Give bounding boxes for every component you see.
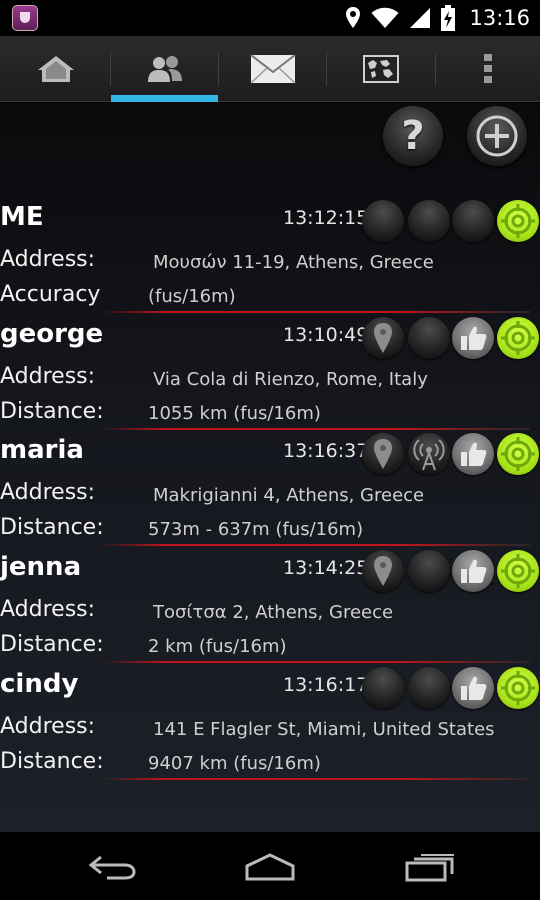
target-icon[interactable] <box>497 317 539 359</box>
shield-app-icon <box>12 5 38 31</box>
overflow-menu-icon <box>484 54 492 83</box>
last-update-time: 13:16:37 <box>283 440 369 462</box>
target-icon[interactable] <box>497 550 539 592</box>
thumbs-up-icon[interactable] <box>452 433 494 475</box>
row-divider <box>100 661 530 663</box>
tab-map[interactable] <box>327 36 435 102</box>
target-icon[interactable] <box>497 200 539 242</box>
address-value: Makrigianni 4, Athens, Greece <box>153 485 425 506</box>
tab-home[interactable] <box>0 36 111 102</box>
home-icon <box>37 56 74 82</box>
people-icon <box>147 56 182 82</box>
target-icon[interactable] <box>497 433 539 475</box>
address-value: 141 E Flagler St, Miami, United States <box>153 719 495 740</box>
last-update-time: 13:14:25 <box>283 557 369 579</box>
friend-name: ME <box>0 202 44 232</box>
detail-label: Distance: <box>0 399 104 424</box>
antenna-icon[interactable] <box>408 433 450 475</box>
location-icon <box>346 7 361 28</box>
thumbs-up-icon[interactable] <box>452 550 494 592</box>
friends-list-screen: ? ME 13:12:15 Address: Μουσών 11-19, Athens… <box>0 103 540 832</box>
status-dot-icon[interactable] <box>452 200 494 242</box>
signal-icon <box>410 8 431 28</box>
target-icon[interactable] <box>497 667 539 709</box>
add-button[interactable] <box>467 106 527 166</box>
help-icon: ? <box>401 113 425 159</box>
navigation-bar <box>0 832 540 900</box>
detail-label: Distance: <box>0 515 104 540</box>
detail-label: Accuracy <box>0 282 101 307</box>
status-time: 13:16 <box>469 6 530 30</box>
address-value: Μουσών 11-19, Athens, Greece <box>153 252 434 273</box>
home-nav-button[interactable] <box>240 850 300 884</box>
recent-apps-icon <box>405 854 454 882</box>
detail-label: Distance: <box>0 749 104 774</box>
status-dot-icon[interactable] <box>408 667 450 709</box>
detail-value: 573m - 637m (fus/16m) <box>148 519 364 540</box>
address-label: Address: <box>0 597 96 622</box>
last-update-time: 13:12:15 <box>283 207 369 229</box>
last-update-time: 13:10:49 <box>283 324 369 346</box>
map-icon <box>363 55 399 83</box>
map-pin-icon[interactable] <box>362 433 404 475</box>
status-dot-icon[interactable] <box>408 200 450 242</box>
friend-name: maria <box>0 435 84 465</box>
friend-entry[interactable]: ME 13:12:15 Address: Μουσών 11-19, Athens, … <box>0 200 540 317</box>
detail-value: 2 km (fus/16m) <box>148 636 287 657</box>
thumbs-up-icon[interactable] <box>452 667 494 709</box>
add-icon <box>476 115 518 157</box>
row-divider <box>100 428 530 430</box>
address-value: Via Cola di Rienzo, Rome, Italy <box>153 369 428 390</box>
address-label: Address: <box>0 480 96 505</box>
back-button[interactable] <box>82 850 142 884</box>
detail-value: 9407 km (fus/16m) <box>148 753 321 774</box>
row-divider <box>100 778 530 780</box>
tab-bar <box>0 36 540 102</box>
address-value: Τοσίτσα 2, Athens, Greece <box>153 602 394 623</box>
friend-entry[interactable]: george 13:10:49 Address: Via Cola di Rienzo… <box>0 317 540 434</box>
detail-label: Distance: <box>0 632 104 657</box>
friend-entry[interactable]: maria 13:16:37 Address: Makrigianni 4, Athe… <box>0 433 540 550</box>
status-dot-icon[interactable] <box>408 550 450 592</box>
status-dot-icon[interactable] <box>408 317 450 359</box>
tab-messages[interactable] <box>219 36 326 102</box>
friend-name: cindy <box>0 669 79 699</box>
detail-value: (fus/16m) <box>148 286 236 307</box>
thumbs-up-icon[interactable] <box>452 317 494 359</box>
back-icon <box>88 855 136 880</box>
status-dot-icon[interactable] <box>362 200 404 242</box>
address-label: Address: <box>0 364 96 389</box>
selected-tab-indicator <box>111 95 218 102</box>
address-label: Address: <box>0 714 96 739</box>
wifi-icon <box>371 7 399 28</box>
map-pin-icon[interactable] <box>362 317 404 359</box>
address-label: Address: <box>0 247 96 272</box>
friend-name: george <box>0 319 104 349</box>
tab-more[interactable] <box>436 36 540 102</box>
last-update-time: 13:16:17 <box>283 674 369 696</box>
row-divider <box>100 544 530 546</box>
status-bar: 13:16 <box>0 0 540 36</box>
map-pin-icon[interactable] <box>362 550 404 592</box>
home-nav-icon <box>245 853 295 881</box>
envelope-icon <box>249 54 296 84</box>
friend-entry[interactable]: jenna 13:14:25 Address: Τοσίτσα 2, Athens, … <box>0 550 540 667</box>
status-dot-icon[interactable] <box>362 667 404 709</box>
friend-entry[interactable]: cindy 13:16:17 Address: 141 E Flagler St, M… <box>0 667 540 784</box>
row-divider <box>100 311 530 313</box>
battery-charging-icon <box>441 5 456 31</box>
recent-apps-button[interactable] <box>400 850 460 884</box>
detail-value: 1055 km (fus/16m) <box>148 403 321 424</box>
friend-name: jenna <box>0 552 82 582</box>
tab-friends[interactable] <box>111 36 218 102</box>
help-button[interactable]: ? <box>383 106 443 166</box>
